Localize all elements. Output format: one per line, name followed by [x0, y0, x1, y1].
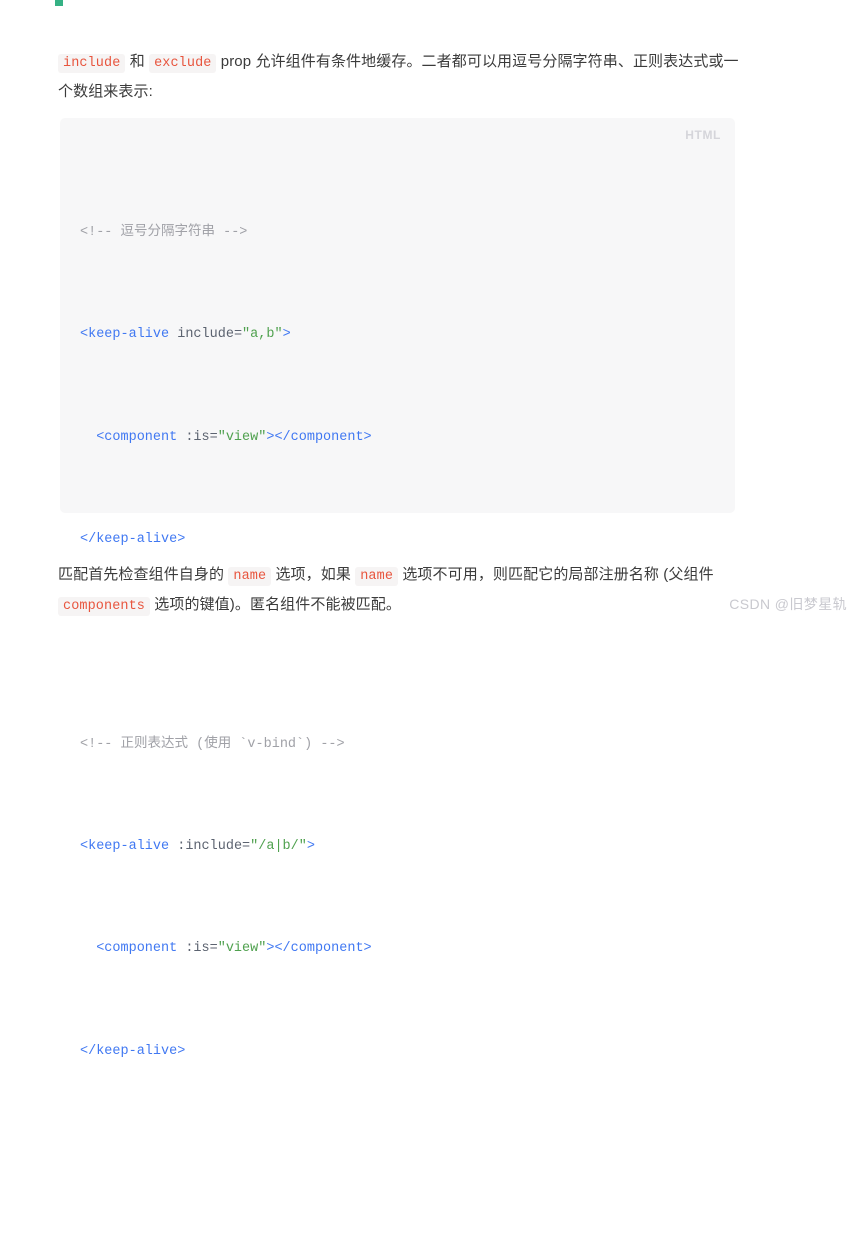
inline-code-include: include: [58, 54, 126, 73]
code-tag-close: </keep-alive>: [80, 1043, 186, 1059]
outro-text-part2: 选项，如果: [271, 566, 356, 583]
code-tag-close: ></component>: [266, 941, 372, 957]
code-tag-open: <component: [96, 429, 178, 445]
code-tag-close: </keep-alive>: [80, 531, 186, 547]
code-line: <keep-alive :include="/a|b/">: [80, 834, 721, 860]
page-root: include 和 exclude prop 允许组件有条件地缓存。二者都可以用…: [0, 0, 857, 1059]
code-comment: <!-- 逗号分隔字符串 -->: [80, 224, 248, 240]
inline-code-exclude: exclude: [149, 54, 217, 73]
code-line: </keep-alive>: [80, 1039, 721, 1065]
inline-code-name-1: name: [228, 567, 272, 586]
code-string: "view": [217, 941, 267, 957]
code-line: </keep-alive>: [80, 527, 721, 553]
intro-paragraph: include 和 exclude prop 允许组件有条件地缓存。二者都可以用…: [58, 48, 748, 106]
code-string: "a,b": [242, 327, 283, 343]
outro-paragraph: 匹配首先检查组件自身的 name 选项，如果 name 选项不可用，则匹配它的局…: [58, 561, 758, 621]
code-attribute: :include=: [177, 839, 251, 855]
code-string: "view": [217, 429, 267, 445]
code-line: <component :is="view"></component>: [80, 425, 721, 451]
code-attribute: :is=: [185, 941, 218, 957]
code-comment: <!-- 正则表达式 (使用 `v-bind`) -->: [80, 736, 345, 752]
inline-code-components: components: [58, 597, 151, 616]
outro-text-part4: 选项的键值)。匿名组件不能被匹配。: [150, 596, 401, 613]
code-line: <component :is="view"></component>: [80, 936, 721, 962]
intro-text-between: 和: [125, 53, 150, 70]
code-tag-open: <keep-alive: [80, 839, 170, 855]
code-language-label: HTML: [685, 128, 721, 142]
code-attribute: :is=: [185, 429, 218, 445]
code-tag-gt: >: [306, 839, 315, 855]
code-tag-close: ></component>: [266, 429, 372, 445]
code-tag-open: <component: [96, 941, 178, 957]
code-line: <keep-alive include="a,b">: [80, 322, 721, 348]
code-content[interactable]: <!-- 逗号分隔字符串 --> <keep-alive include="a,…: [80, 143, 721, 1240]
code-block: HTML <!-- 逗号分隔字符串 --> <keep-alive includ…: [60, 118, 735, 1059]
inline-code-name-2: name: [355, 567, 399, 586]
heading-accent-marker: [55, 0, 63, 6]
csdn-watermark: CSDN @旧梦星轨: [729, 596, 847, 612]
code-tag-open: <keep-alive: [80, 327, 170, 343]
outro-text-part3: 选项不可用，则匹配它的局部注册名称 (父组件: [398, 566, 714, 583]
code-string: "/a|b/": [250, 839, 307, 855]
code-tag-gt: >: [282, 327, 291, 343]
outro-text-part1: 匹配首先检查组件自身的: [58, 566, 229, 583]
code-attribute: include=: [177, 327, 243, 343]
code-line: <!-- 逗号分隔字符串 -->: [80, 220, 721, 246]
code-line: <!-- 正则表达式 (使用 `v-bind`) -->: [80, 732, 721, 758]
